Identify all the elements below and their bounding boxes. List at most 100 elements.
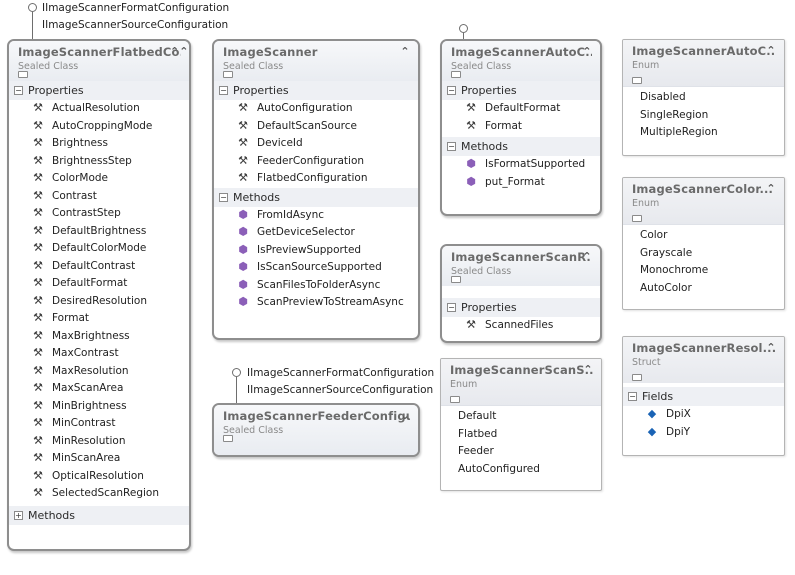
struct-box-resolution[interactable]: ImageScannerResol... Struct ⌃ − Fields ◆… — [622, 336, 785, 456]
enum-value[interactable]: Default — [441, 408, 601, 426]
interface-name: IImageScannerFormatConfiguration — [42, 2, 230, 14]
property-item[interactable]: ⚒ MinContrast — [9, 415, 189, 433]
property-item[interactable]: ⚒ AutoConfiguration — [214, 100, 418, 118]
class-box-auto-configuration[interactable]: ImageScannerAutoC... Sealed Class ⌃ − Pr… — [440, 39, 602, 216]
wrench-icon: ⚒ — [33, 258, 43, 272]
chevron-up-icon[interactable]: ⌃ — [399, 46, 411, 58]
collapse-section-icon[interactable]: − — [447, 303, 456, 312]
class-box-image-scanner[interactable]: ImageScanner Sealed Class ⌃ − Properties… — [212, 39, 420, 340]
method-cube-icon: ⬢ — [466, 157, 476, 170]
class-box-scan-result[interactable]: ImageScannerScanR... Sealed Class ⌃ − Pr… — [440, 244, 602, 343]
enum-value[interactable]: AutoConfigured — [441, 461, 601, 479]
property-item[interactable]: ⚒ MinBrightness — [9, 398, 189, 416]
collapse-section-icon[interactable]: − — [628, 392, 637, 401]
struct-title: ImageScannerResol... — [632, 341, 776, 355]
methods-section-header[interactable]: + Methods — [9, 505, 189, 525]
property-item[interactable]: ⚒ DeviceId — [214, 135, 418, 153]
chevron-up-icon[interactable]: ⌃ — [765, 183, 777, 195]
property-item[interactable]: ⚒ DefaultColorMode — [9, 240, 189, 258]
expand-section-icon[interactable]: + — [14, 510, 23, 520]
property-item[interactable]: ⚒ MaxContrast — [9, 345, 189, 363]
class-title: ImageScanner — [223, 45, 318, 59]
enum-value[interactable]: Flatbed — [441, 426, 601, 444]
property-item[interactable]: ⚒ DefaultFormat — [442, 100, 600, 118]
enum-value[interactable]: Grayscale — [623, 245, 784, 263]
property-item[interactable]: ⚒ ActualResolution — [9, 100, 189, 118]
method-item[interactable]: ⬢ ScanFilesToFolderAsync — [214, 277, 418, 295]
properties-section-header[interactable]: − Properties — [442, 298, 600, 317]
methods-section-header[interactable]: − Methods — [214, 187, 418, 207]
field-item[interactable]: ◆ DpiY — [623, 424, 784, 442]
property-item[interactable]: ⚒ AutoCroppingMode — [9, 118, 189, 136]
method-item[interactable]: ⬢ IsScanSourceSupported — [214, 259, 418, 277]
property-item[interactable]: ⚒ BrightnessStep — [9, 153, 189, 171]
enum-value[interactable]: SingleRegion — [623, 107, 784, 125]
property-item[interactable]: ⚒ Contrast — [9, 188, 189, 206]
property-item[interactable]: ⚒ OpticalResolution — [9, 468, 189, 486]
properties-section-header[interactable]: − Properties — [9, 81, 189, 100]
property-item[interactable]: ⚒ DefaultFormat — [9, 275, 189, 293]
enum-value[interactable]: Monochrome — [623, 262, 784, 280]
methods-section-header[interactable]: − Methods — [442, 137, 600, 156]
class-stereotype: Sealed Class — [18, 61, 79, 72]
method-item[interactable]: ⬢ FromIdAsync — [214, 207, 418, 225]
property-item[interactable]: ⚒ DefaultScanSource — [214, 118, 418, 136]
method-item[interactable]: ⬢ IsFormatSupported — [442, 156, 600, 174]
property-item[interactable]: ⚒ DefaultBrightness — [9, 223, 189, 241]
property-item[interactable]: ⚒ FlatbedConfiguration — [214, 170, 418, 188]
properties-list: ⚒ ActualResolution ⚒ AutoCroppingMode ⚒ Brigh… — [9, 100, 189, 503]
chevron-up-icon[interactable]: ⌃ — [581, 46, 593, 58]
properties-section-header[interactable]: − Properties — [214, 81, 418, 100]
collapse-section-icon[interactable]: − — [219, 192, 228, 202]
property-item[interactable]: ⚒ MaxResolution — [9, 363, 189, 381]
property-item[interactable]: ⚒ MinScanArea — [9, 450, 189, 468]
fields-section-header[interactable]: − Fields — [623, 387, 784, 406]
chevron-up-icon[interactable]: ⌃ — [765, 342, 777, 354]
property-item[interactable]: ⚒ MaxBrightness — [9, 328, 189, 346]
property-item[interactable]: ⚒ FeederConfiguration — [214, 153, 418, 171]
chevron-up-icon[interactable]: ⌃⌃ — [170, 46, 188, 58]
property-item[interactable]: ⚒ Format — [9, 310, 189, 328]
property-item[interactable]: ⚒ MaxScanArea — [9, 380, 189, 398]
property-item[interactable]: ⚒ ContrastStep — [9, 205, 189, 223]
properties-section-header[interactable]: − Properties — [442, 81, 600, 100]
enum-box-color-mode[interactable]: ImageScannerColor... Enum ⌃ Color Graysca… — [622, 177, 785, 310]
chevron-up-icon[interactable]: ⌃ — [581, 251, 593, 263]
collapse-section-icon[interactable]: − — [14, 86, 23, 95]
property-item[interactable]: ⚒ ColorMode — [9, 170, 189, 188]
class-icon — [223, 71, 233, 78]
chevron-down-icon[interactable]: ⌄ — [399, 410, 411, 422]
enum-box-scan-source[interactable]: ImageScannerScanS... Enum ⌃ Default Flatb… — [440, 358, 602, 491]
method-item[interactable]: ⬢ put_Format — [442, 174, 600, 192]
enum-box-auto-cropping-mode[interactable]: ImageScannerAutoC... Enum ⌃ Disabled Sing… — [622, 39, 785, 156]
enum-value[interactable]: Disabled — [623, 89, 784, 107]
wrench-icon: ⚒ — [466, 118, 476, 132]
enum-value[interactable]: Color — [623, 227, 784, 245]
collapse-section-icon[interactable]: − — [219, 86, 228, 95]
method-item[interactable]: ⬢ ScanPreviewToStreamAsync — [214, 294, 418, 312]
properties-list: ⚒ AutoConfiguration ⚒ DefaultScanSource ⚒ Dev… — [214, 100, 418, 188]
method-item[interactable]: ⬢ GetDeviceSelector — [214, 224, 418, 242]
enum-stereotype: Enum — [450, 379, 478, 390]
enum-value[interactable]: Feeder — [441, 443, 601, 461]
property-item[interactable]: ⚒ Format — [442, 118, 600, 136]
class-box-flatbed-configuration[interactable]: ImageScannerFlatbedCo... Sealed Class ⌃⌃… — [7, 39, 191, 551]
chevron-up-icon[interactable]: ⌃ — [765, 45, 777, 57]
chevron-up-icon[interactable]: ⌃ — [582, 364, 594, 376]
property-item[interactable]: ⚒ ScannedFiles — [442, 317, 600, 335]
field-item[interactable]: ◆ DpiX — [623, 406, 784, 424]
collapse-section-icon[interactable]: − — [447, 142, 456, 151]
property-item[interactable]: ⚒ DefaultContrast — [9, 258, 189, 276]
collapse-section-icon[interactable]: − — [447, 86, 456, 95]
method-item[interactable]: ⬢ IsPreviewSupported — [214, 242, 418, 260]
method-cube-icon: ⬢ — [238, 242, 248, 256]
enum-value[interactable]: MultipleRegion — [623, 124, 784, 142]
enum-value[interactable]: AutoColor — [623, 280, 784, 298]
class-box-feeder-configuration[interactable]: ImageScannerFeederConfigu... Sealed Clas… — [212, 403, 420, 457]
property-item[interactable]: ⚒ MinResolution — [9, 433, 189, 451]
property-item[interactable]: ⚒ DesiredResolution — [9, 293, 189, 311]
property-item[interactable]: ⚒ Brightness — [9, 135, 189, 153]
member-name: DefaultColorMode — [52, 242, 147, 254]
wrench-icon: ⚒ — [33, 206, 43, 219]
property-item[interactable]: ⚒ SelectedScanRegion — [9, 485, 189, 503]
